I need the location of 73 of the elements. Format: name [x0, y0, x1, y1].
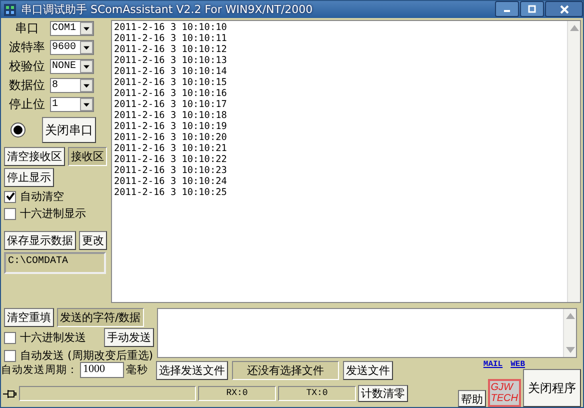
minimize-button[interactable]	[495, 1, 519, 17]
stop-display-button[interactable]: 停止显示	[4, 168, 54, 187]
select-file-button[interactable]: 选择发送文件	[156, 360, 228, 380]
link[interactable]: WEB	[510, 360, 525, 369]
receive-area-label: 接收区	[68, 147, 107, 166]
setting-dropdown[interactable]: 8	[50, 78, 94, 93]
send-text-area[interactable]	[157, 308, 577, 358]
change-button[interactable]: 更改	[79, 231, 107, 250]
scroll-bar[interactable]	[563, 309, 576, 357]
setting-label: 停止位	[8, 96, 46, 113]
close-program-button[interactable]: 关闭程序	[523, 369, 581, 407]
checkbox[interactable]	[4, 332, 16, 344]
tx-count: TX:0	[278, 386, 356, 401]
scroll-bar[interactable]	[567, 21, 580, 302]
receive-line: 2011-2-16 3 10:10:24	[114, 176, 228, 187]
setting-label: 串口	[14, 20, 40, 37]
receive-line: 2011-2-16 3 10:10:23	[114, 165, 228, 176]
maximize-icon	[528, 5, 536, 13]
checkbox-label: 自动发送 (周期改变后重选)	[20, 348, 154, 363]
setting-dropdown[interactable]: NONE	[50, 59, 94, 74]
pin-icon	[3, 388, 17, 398]
setting-label: 校验位	[8, 58, 46, 75]
save-path-field: C:\COMDATA	[4, 252, 106, 274]
receive-line: 2011-2-16 3 10:10:16	[114, 88, 228, 99]
receive-line: 2011-2-16 3 10:10:13	[114, 55, 228, 66]
clear-receive-button[interactable]: 清空接收区	[4, 147, 65, 166]
receive-line: 2011-2-16 3 10:10:12	[114, 44, 228, 55]
logo: GJW TECH	[488, 379, 521, 407]
setting-dropdown[interactable]: 9600	[50, 40, 94, 55]
receive-line: 2011-2-16 3 10:10:20	[114, 132, 228, 143]
period-field[interactable]: 1000	[80, 362, 124, 378]
rx-count: RX:0	[198, 386, 276, 401]
help-button[interactable]: 帮助	[458, 390, 486, 407]
send-data-label: 发送的字符/数据	[57, 308, 144, 327]
maximize-button[interactable]	[520, 1, 544, 17]
file-status-field: 还没有选择文件	[232, 360, 339, 380]
receive-line: 2011-2-16 3 10:10:19	[114, 121, 228, 132]
period-label: 自动发送周期：	[1, 363, 78, 377]
reset-count-button[interactable]: 计数清零	[358, 385, 408, 402]
checkbox[interactable]	[4, 208, 16, 220]
close-button[interactable]	[545, 1, 583, 17]
save-data-button[interactable]: 保存显示数据	[4, 231, 76, 250]
window-title: 串口调试助手 SComAssistant V2.2 For WIN9X/NT/2000	[21, 2, 314, 17]
receive-line: 2011-2-16 3 10:10:15	[114, 77, 228, 88]
scroll-up-icon	[566, 313, 574, 319]
close-icon	[560, 4, 568, 14]
receive-line: 2011-2-16 3 10:10:17	[114, 99, 228, 110]
checkbox-label: 十六进制发送	[20, 330, 86, 345]
scroll-up-icon	[570, 25, 578, 31]
checkbox[interactable]	[4, 190, 16, 202]
link[interactable]: MAIL	[483, 360, 503, 369]
checkbox-label: 十六进制显示	[20, 206, 86, 221]
manual-send-button[interactable]: 手动发送	[104, 328, 154, 347]
receive-line: 2011-2-16 3 10:10:22	[114, 154, 228, 165]
close-port-button[interactable]: 关闭串口	[42, 117, 96, 143]
app-icon	[4, 4, 16, 16]
receive-line: 2011-2-16 3 10:10:21	[114, 143, 228, 154]
send-file-button[interactable]: 发送文件	[343, 360, 393, 380]
setting-dropdown[interactable]: COM1	[50, 21, 94, 36]
unit-label: 毫秒	[126, 363, 148, 377]
receive-line: 2011-2-16 3 10:10:18	[114, 110, 228, 121]
setting-label: 波特率	[8, 39, 46, 56]
receive-line: 2011-2-16 3 10:10:14	[114, 66, 228, 77]
scroll-down-icon	[566, 347, 574, 353]
receive-line: 2011-2-16 3 10:10:11	[114, 33, 228, 44]
setting-dropdown[interactable]: 1	[50, 97, 94, 112]
setting-label: 数据位	[8, 77, 46, 94]
receive-line: 2011-2-16 3 10:10:10	[114, 22, 228, 33]
checkbox-label: 自动清空	[20, 189, 64, 204]
clear-send-button[interactable]: 清空重填	[4, 308, 54, 327]
receive-line: 2011-2-16 3 10:10:25	[114, 187, 228, 198]
receive-text-area[interactable]	[111, 20, 581, 303]
checkbox[interactable]	[4, 350, 16, 362]
